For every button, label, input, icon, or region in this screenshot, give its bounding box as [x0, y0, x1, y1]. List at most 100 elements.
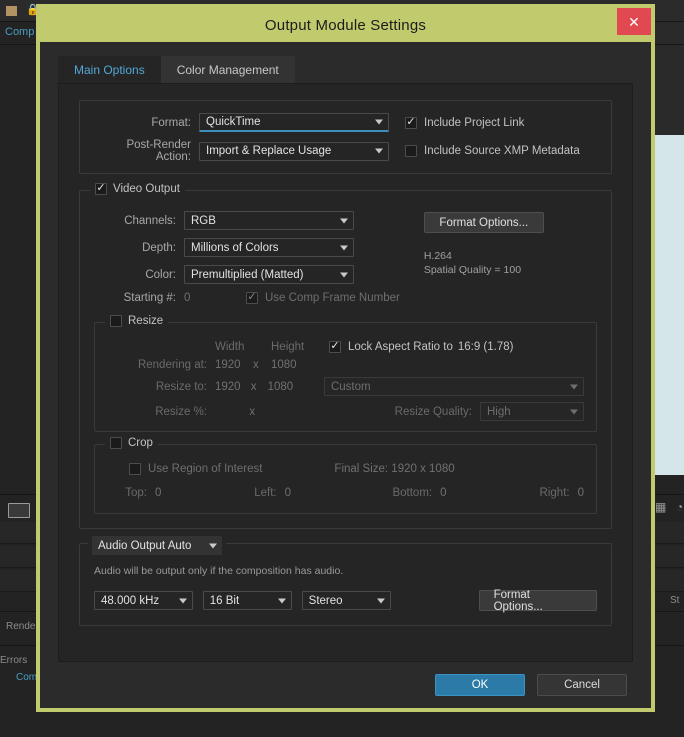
- crop-right-value[interactable]: 0: [578, 487, 584, 499]
- use-comp-frame-number-checkbox[interactable]: [246, 292, 258, 304]
- clock-icon[interactable]: ◔: [676, 500, 683, 514]
- format-dropdown[interactable]: QuickTime: [199, 113, 389, 132]
- crop-left-label: Left:: [254, 487, 277, 499]
- use-region-of-interest-checkbox[interactable]: [129, 463, 141, 475]
- color-label: Color:: [145, 268, 176, 281]
- resize-percent-x: x: [249, 405, 256, 418]
- depth-dropdown[interactable]: Millions of Colors: [184, 238, 354, 257]
- chevron-down-icon: [375, 148, 383, 154]
- format-value: QuickTime: [206, 116, 261, 128]
- audio-bit-depth-dropdown[interactable]: 16 Bit: [202, 591, 292, 611]
- include-project-link-label: Include Project Link: [424, 116, 525, 129]
- dialog-frame: Output Module Settings ✕ Main Options Co…: [36, 4, 655, 712]
- final-size-text: Final Size: 1920 x 1080: [334, 463, 455, 475]
- chevron-down-icon: [376, 598, 385, 604]
- starting-number-label: Starting #:: [123, 292, 176, 304]
- audio-output-legend: Audio Output Auto: [88, 536, 226, 555]
- use-region-of-interest-label: Use Region of Interest: [148, 463, 263, 475]
- crop-top-label: Top:: [125, 487, 147, 499]
- main-options-panel: Format: QuickTime Include Project Link P…: [58, 84, 633, 662]
- ok-button[interactable]: OK: [435, 674, 525, 696]
- resize-width-header: Width: [215, 341, 245, 353]
- format-label: Format:: [151, 116, 191, 129]
- depth-label: Depth:: [142, 241, 176, 254]
- crop-bottom-value[interactable]: 0: [440, 487, 525, 499]
- resize-to-height[interactable]: 1080: [268, 381, 324, 393]
- rendering-at-label: Rendering at:: [137, 359, 207, 371]
- lock-aspect-ratio-label: Lock Aspect Ratio to: [348, 341, 453, 353]
- dialog-footer: OK Cancel: [40, 662, 651, 708]
- use-comp-frame-number-label: Use Comp Frame Number: [265, 292, 400, 304]
- bg-preview-panel: [655, 135, 684, 475]
- audio-output-group: Audio Output Auto Audio will be output o…: [79, 536, 612, 627]
- bg-errors-label: Errors: [0, 655, 28, 666]
- lock-icon: 🔒: [26, 4, 40, 16]
- chevron-down-icon: [277, 598, 286, 604]
- include-project-link-checkbox[interactable]: [405, 116, 417, 129]
- chevron-down-icon: [375, 119, 383, 125]
- include-xmp-checkbox[interactable]: [405, 145, 417, 157]
- post-render-action-dropdown[interactable]: Import & Replace Usage: [199, 141, 389, 161]
- audio-output-mode-dropdown[interactable]: Audio Output Auto: [92, 536, 222, 555]
- video-format-options-button[interactable]: Format Options...: [423, 212, 544, 233]
- crop-label: Crop: [128, 437, 153, 449]
- codec-info-line1: H.264: [423, 250, 452, 262]
- chevron-down-icon: [340, 218, 348, 223]
- bg-comp-tab[interactable]: Comp: [5, 26, 34, 38]
- rendering-at-width: 1920: [215, 359, 241, 371]
- audio-note: Audio will be output only if the composi…: [94, 565, 344, 577]
- bg-status-text: St: [670, 595, 680, 606]
- resize-height-header: Height: [271, 341, 305, 353]
- depth-value: Millions of Colors: [191, 241, 279, 254]
- chevron-down-icon: [340, 272, 348, 277]
- chevron-down-icon: [340, 245, 348, 250]
- crop-legend: Crop: [105, 437, 158, 449]
- audio-channels-dropdown[interactable]: Stereo: [301, 591, 391, 611]
- resize-quality-label: Resize Quality:: [394, 405, 472, 418]
- resize-checkbox[interactable]: [110, 315, 122, 327]
- monitor-icon: [8, 503, 30, 518]
- codec-info-line2: Spatial Quality = 100: [423, 264, 522, 277]
- dialog-title: Output Module Settings: [264, 16, 427, 34]
- lock-aspect-ratio-checkbox[interactable]: [329, 341, 341, 353]
- close-icon[interactable]: ✕: [617, 8, 651, 35]
- video-output-checkbox[interactable]: [95, 183, 107, 195]
- color-value: Premultiplied (Matted): [191, 268, 304, 281]
- format-group: Format: QuickTime Include Project Link P…: [79, 100, 612, 174]
- resize-preset-dropdown[interactable]: Custom: [323, 377, 584, 396]
- color-dropdown[interactable]: Premultiplied (Matted): [184, 265, 354, 284]
- audio-channels-value: Stereo: [308, 594, 343, 607]
- audio-sample-rate-dropdown[interactable]: 48.000 kHz: [94, 591, 193, 611]
- channels-dropdown[interactable]: RGB: [184, 211, 354, 230]
- dialog-titlebar[interactable]: Output Module Settings ✕: [40, 8, 651, 42]
- crop-checkbox[interactable]: [110, 437, 122, 449]
- resize-group: Resize Width Height Lock Aspect Ratio to…: [94, 315, 597, 432]
- bg-right-dark-panel: [655, 22, 684, 135]
- audio-output-mode-value: Audio Output Auto: [98, 539, 192, 552]
- audio-format-options-button[interactable]: Format Options...: [478, 589, 597, 613]
- tabstrip: Main Options Color Management: [58, 56, 633, 84]
- rendering-at-height: 1080: [271, 359, 297, 371]
- post-render-action-value: Import & Replace Usage: [206, 145, 332, 157]
- resize-percent-label: Resize %:: [155, 405, 207, 418]
- channels-value: RGB: [191, 214, 216, 227]
- resize-preset-value: Custom: [330, 380, 371, 393]
- audio-sample-rate-value: 48.000 kHz: [101, 594, 160, 607]
- crop-bottom-label: Bottom:: [392, 487, 433, 499]
- video-output-group: Video Output Channels: RGB: [79, 183, 612, 529]
- crop-top-value[interactable]: 0: [155, 487, 239, 499]
- resize-to-width[interactable]: 1920: [215, 381, 251, 393]
- channels-label: Channels:: [124, 214, 176, 227]
- resize-to-label: Resize to:: [155, 380, 207, 393]
- dialog-body: Main Options Color Management Format: Qu…: [40, 42, 651, 662]
- bg-render-label: Render: [6, 621, 39, 632]
- tab-color-management[interactable]: Color Management: [160, 56, 295, 83]
- crop-left-value[interactable]: 0: [285, 487, 370, 499]
- chevron-down-icon: [178, 598, 187, 604]
- tab-main-options[interactable]: Main Options: [58, 56, 161, 83]
- resize-quality-dropdown[interactable]: High: [479, 402, 584, 421]
- starting-number-value[interactable]: 0: [184, 292, 246, 304]
- grid-icon[interactable]: ▦: [655, 500, 666, 514]
- crop-group: Crop Use Region of Interest Final Size: …: [94, 437, 597, 514]
- cancel-button[interactable]: Cancel: [537, 674, 627, 696]
